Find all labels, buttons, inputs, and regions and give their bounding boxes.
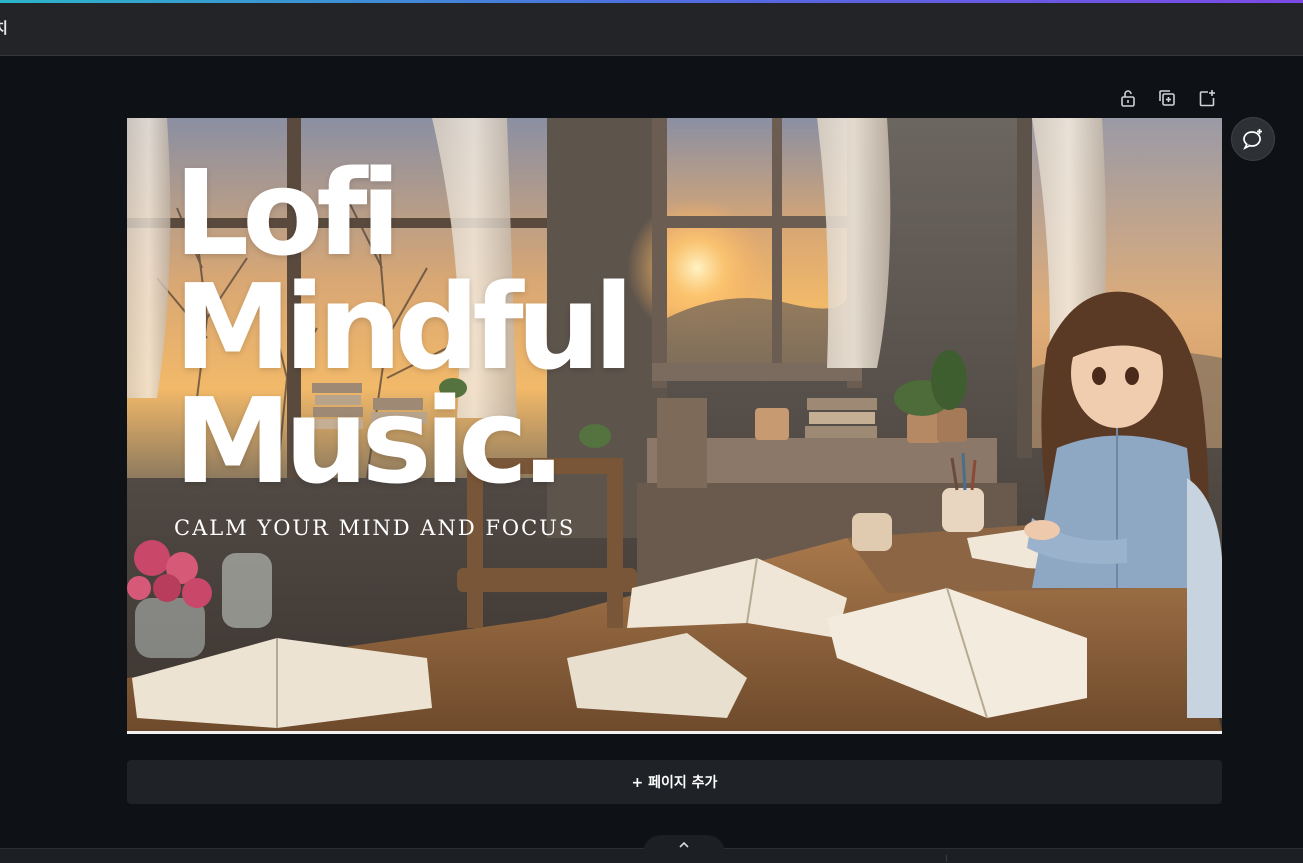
design-headline[interactable]: Lofi Mindful Music.	[174, 154, 634, 500]
design-tagline[interactable]: CALM YOUR MIND AND FOCUS	[174, 516, 575, 540]
unlock-icon[interactable]	[1116, 86, 1140, 110]
top-bar: 치	[0, 3, 1303, 56]
bottom-divider	[946, 855, 947, 862]
top-bar-title: 치	[0, 19, 8, 37]
add-comment-icon	[1243, 129, 1262, 150]
collapse-panel-button[interactable]	[643, 835, 725, 855]
add-comment-button[interactable]	[1231, 117, 1275, 161]
add-page-button[interactable]: + 페이지 추가	[127, 760, 1222, 804]
duplicate-page-icon[interactable]	[1155, 86, 1179, 110]
add-page-icon[interactable]	[1195, 86, 1219, 110]
chevron-up-icon	[679, 841, 689, 848]
design-canvas[interactable]: Lofi Mindful Music. CALM YOUR MIND AND F…	[127, 118, 1222, 734]
